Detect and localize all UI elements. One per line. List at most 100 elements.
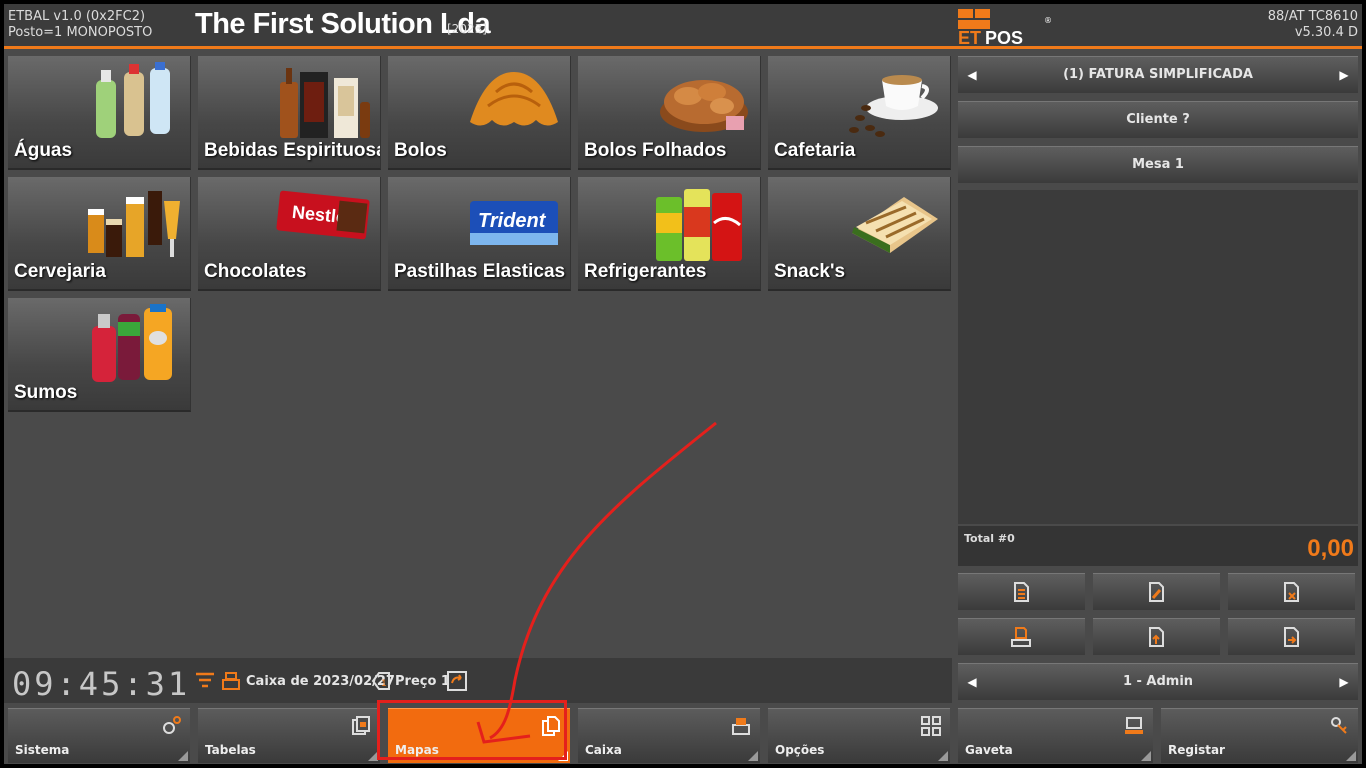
corner-mark: [558, 751, 568, 761]
opcoes-button[interactable]: Opções: [768, 708, 950, 763]
corner-mark: [1141, 751, 1151, 761]
cancel-document-button[interactable]: [1228, 573, 1355, 610]
header-bar: ETBAL v1.0 (0x2FC2) Posto=1 MONOPOSTO Th…: [4, 4, 1362, 49]
document-tray-icon: [1011, 627, 1031, 647]
gaveta-button[interactable]: Gaveta: [958, 708, 1153, 763]
print-document-button[interactable]: [958, 618, 1085, 655]
terminal-info: 88/AT TC8610 v5.30.4 D: [1268, 9, 1358, 41]
logo-pos: POS: [985, 28, 1023, 45]
registar-button[interactable]: Registar: [1161, 708, 1358, 763]
chocolate-bar-icon: Nestlé: [276, 190, 370, 240]
total-label: Total #0: [964, 532, 1015, 545]
app-info: ETBAL v1.0 (0x2FC2) Posto=1 MONOPOSTO: [8, 9, 152, 41]
client-button[interactable]: Cliente ?: [958, 101, 1358, 138]
software-version: v5.30.4 D: [1294, 25, 1358, 40]
corner-mark: [368, 751, 378, 761]
client-label: Cliente ?: [1126, 112, 1190, 127]
pastry-basket-icon: [660, 80, 748, 132]
category-label: Cafetaria: [774, 140, 856, 161]
upload-document-button[interactable]: [1093, 618, 1220, 655]
cash-drawer-icon: [732, 718, 750, 735]
category-bolos[interactable]: Bolos: [388, 56, 571, 170]
operator-selector[interactable]: ◀ 1 - Admin ▶: [958, 663, 1358, 700]
cash-register-icon: [222, 672, 240, 690]
fiscal-year: [2023]: [447, 22, 487, 36]
tables-icon: [352, 716, 370, 735]
app-version: ETBAL v1.0 (0x2FC2): [8, 9, 146, 24]
water-bottles-icon: [96, 62, 170, 138]
next-arrow-icon[interactable]: ▶: [1332, 57, 1356, 93]
next-arrow-icon[interactable]: ▶: [1332, 664, 1356, 700]
mapas-button[interactable]: Mapas: [388, 708, 570, 763]
station-label: Posto=1 MONOPOSTO: [8, 25, 153, 40]
button-label: Opções: [775, 743, 825, 757]
juice-bottles-icon: [92, 304, 172, 382]
category-bolos-folhados[interactable]: Bolos Folhados: [578, 56, 761, 170]
category-label: Pastilhas Elasticas: [394, 261, 566, 282]
liquor-bottles-icon: [280, 68, 370, 138]
price-level: Preço 1: [395, 674, 450, 689]
document-type: (1) FATURA SIMPLIFICADA: [1063, 67, 1253, 82]
drawer-icon: [1125, 717, 1143, 734]
pos-window: ETBAL v1.0 (0x2FC2) Posto=1 MONOPOSTO Th…: [4, 4, 1362, 764]
sandwich-icon: [852, 197, 938, 253]
table-button[interactable]: Mesa 1: [958, 146, 1358, 183]
category-label: Snack's: [774, 261, 846, 282]
category-aguas[interactable]: Águas: [8, 56, 191, 170]
coffee-cup-icon: [849, 75, 938, 137]
category-bebidas-espirituosas[interactable]: Bebidas Espirituosas: [198, 56, 381, 170]
tabelas-button[interactable]: Tabelas: [198, 708, 380, 763]
category-label: Chocolates: [204, 261, 307, 282]
price-tag-icon: 1: [371, 672, 390, 690]
category-refrigerantes[interactable]: Refrigerantes: [578, 177, 761, 291]
total-value: 0,00: [1307, 535, 1354, 562]
table-label: Mesa 1: [1132, 157, 1184, 172]
document-edit-icon: [1149, 582, 1164, 602]
user-key-icon: [1331, 717, 1347, 734]
refresh-icon[interactable]: [446, 670, 468, 692]
category-label: Bolos: [394, 140, 447, 161]
document-upload-icon: [1149, 627, 1164, 647]
previous-arrow-icon[interactable]: ◀: [960, 57, 984, 93]
category-label: Refrigerantes: [584, 261, 707, 282]
svg-text:1: 1: [381, 679, 387, 689]
status-bar: 09:45:31 Caixa de 2023/02/27 1 Preço 1: [4, 658, 952, 703]
category-snacks[interactable]: Snack's: [768, 177, 951, 291]
button-label: Caixa: [585, 743, 622, 757]
document-type-selector[interactable]: ◀ (1) FATURA SIMPLIFICADA ▶: [958, 56, 1358, 93]
documents-icon: [542, 716, 560, 736]
logo-registered: ®: [1044, 16, 1052, 25]
corner-mark: [1346, 751, 1356, 761]
category-label: Sumos: [14, 382, 78, 403]
category-label: Bolos Folhados: [584, 140, 727, 161]
button-label: Registar: [1168, 743, 1225, 757]
operator-label: 1 - Admin: [1122, 674, 1194, 689]
category-sumos[interactable]: Sumos: [8, 298, 191, 412]
document-delete-icon: [1284, 582, 1299, 602]
button-label: Mapas: [395, 743, 439, 757]
category-pastilhas-elasticas[interactable]: Trident Pastilhas Elasticas: [388, 177, 571, 291]
button-label: Gaveta: [965, 743, 1013, 757]
category-label: Cervejaria: [14, 261, 106, 282]
category-cervejaria[interactable]: Cervejaria: [8, 177, 191, 291]
clock-display: 09:45:31: [12, 665, 191, 703]
logo-et: ET: [958, 28, 981, 45]
previous-arrow-icon[interactable]: ◀: [960, 664, 984, 700]
caixa-button[interactable]: Caixa: [578, 708, 760, 763]
category-label: Bebidas Espirituosas: [204, 140, 381, 161]
export-document-button[interactable]: [1228, 618, 1355, 655]
filter-icon[interactable]: [194, 670, 216, 692]
soda-cans-icon: [656, 189, 742, 261]
button-label: Tabelas: [205, 743, 256, 757]
corner-mark: [938, 751, 948, 761]
corner-mark: [178, 751, 188, 761]
svg-text:Trident: Trident: [478, 210, 547, 232]
category-cafetaria[interactable]: Cafetaria: [768, 56, 951, 170]
ticket-lines-area[interactable]: [958, 190, 1358, 524]
beer-glasses-icon: [88, 191, 180, 257]
category-chocolates[interactable]: Nestlé Chocolates: [198, 177, 381, 291]
edit-document-button[interactable]: [1093, 573, 1220, 610]
document-export-icon: [1284, 627, 1299, 647]
sistema-button[interactable]: Sistema: [8, 708, 190, 763]
list-document-button[interactable]: [958, 573, 1085, 610]
